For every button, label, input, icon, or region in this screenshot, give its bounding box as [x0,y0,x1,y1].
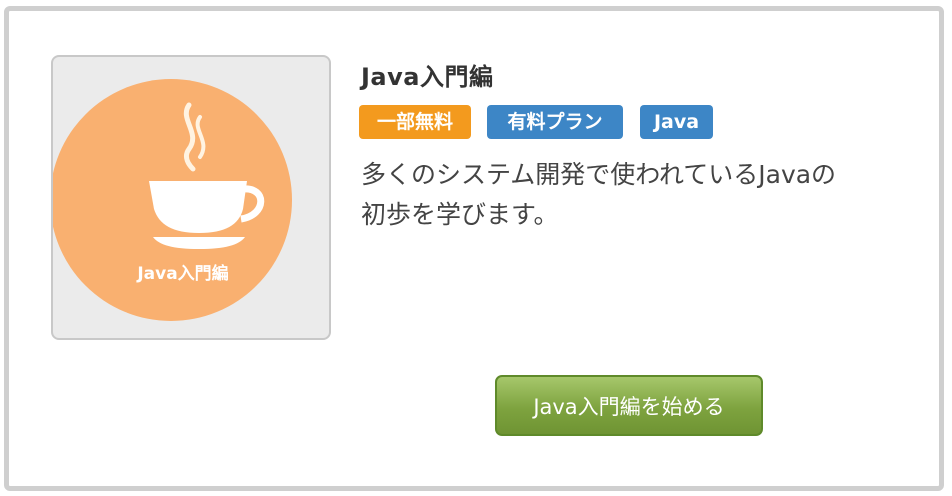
start-course-button[interactable]: Java入門編を始める [495,375,763,436]
tag-java: Java [640,105,713,139]
coffee-cup-icon: Java入門編 [53,79,292,321]
course-card: Java入門編 Java入門編 一部無料 有料プラン Java 多くのシステム開… [4,6,944,491]
tag-paid-plan: 有料プラン [487,105,623,139]
description-line-1: 多くのシステム開発で使われているJavaの [361,160,837,189]
description-line-2: 初歩を学びます。 [361,200,559,229]
course-thumbnail[interactable]: Java入門編 [51,55,331,340]
course-title[interactable]: Java入門編 [361,57,493,92]
tag-partially-free: 一部無料 [359,105,471,139]
course-description: 多くのシステム開発で使われているJavaの 初歩を学びます。 [361,155,921,235]
thumbnail-label: Java入門編 [136,263,228,284]
